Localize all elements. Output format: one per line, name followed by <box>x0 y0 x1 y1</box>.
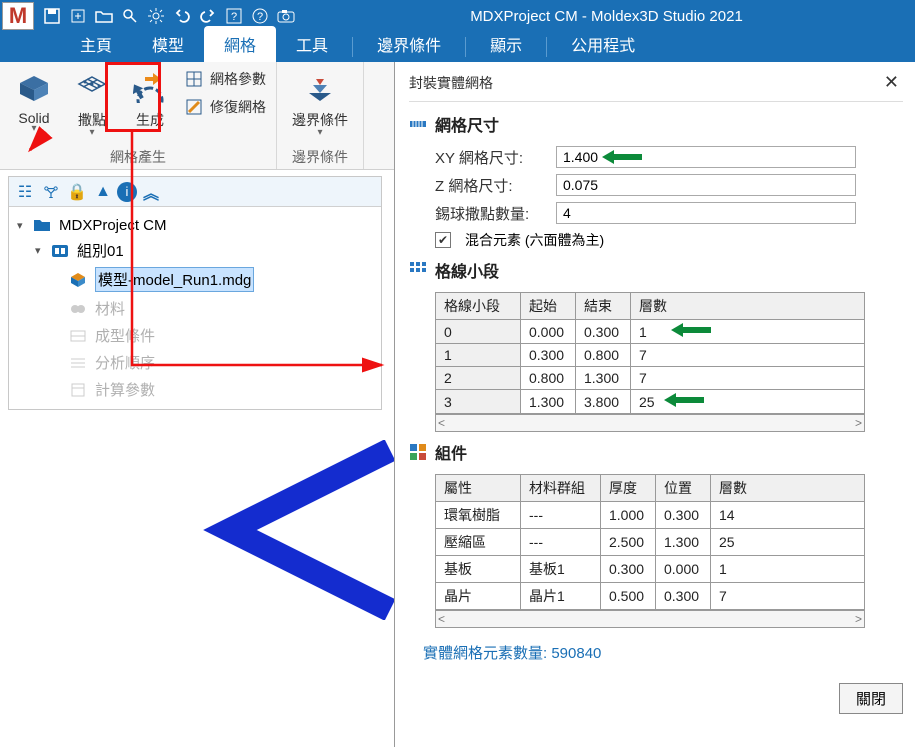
ribbon-group-generate: Solid ▾ 撒點 ▾ 生成 網格參數 修復網格 <box>0 62 277 169</box>
solid-button[interactable]: Solid ▾ <box>8 66 60 132</box>
annotation-arrow-icon <box>664 393 704 407</box>
xy-size-label: XY 網格尺寸: <box>435 147 550 168</box>
ribbon-tabs: 主頁 模型 網格 工具 邊界條件 顯示 公用程式 <box>0 32 915 62</box>
tree-node-molding[interactable]: 成型條件 <box>17 322 377 349</box>
generate-button[interactable]: 生成 <box>124 66 176 130</box>
generate-label: 生成 <box>136 110 164 130</box>
section-components: 組件 <box>409 440 903 464</box>
components-table[interactable]: 屬性 材料群組 厚度 位置 層數 環氧樹脂---1.0000.30014 壓縮區… <box>435 474 865 610</box>
quick-access-toolbar: ? ? <box>36 4 298 28</box>
seed-icon <box>74 70 110 106</box>
tree-node-group[interactable]: ▾ 組別01 <box>17 237 377 264</box>
close-icon[interactable]: ✕ <box>880 72 903 93</box>
table-row: 00.0000.3001 <box>436 320 865 344</box>
viewport-marker-icon <box>200 440 400 620</box>
tree-node-calc[interactable]: 計算參數 <box>17 376 377 403</box>
annotation-arrow-icon <box>671 323 711 337</box>
table-row: 晶片晶片10.5000.3007 <box>436 583 865 610</box>
tab-boundary[interactable]: 邊界條件 <box>357 26 461 62</box>
element-count-summary: 實體網格元素數量: 590840 <box>423 642 903 663</box>
seed-count-label: 錫球撒點數量: <box>435 203 550 224</box>
xy-size-input[interactable] <box>556 146 856 168</box>
table-row: 10.3000.8007 <box>436 344 865 367</box>
generate-icon <box>132 70 168 106</box>
tab-tools[interactable]: 工具 <box>276 26 348 62</box>
mesh-params-icon <box>184 69 204 89</box>
seed-count-input[interactable] <box>556 202 856 224</box>
save-icon[interactable] <box>40 4 64 28</box>
undo-icon[interactable] <box>170 4 194 28</box>
section-mesh-size: 網格尺寸 <box>409 112 903 136</box>
boundary-button[interactable]: 邊界條件 ▾ <box>285 66 355 136</box>
ribbon-group-label-generate: 網格產生 <box>8 145 268 169</box>
ruler-icon <box>409 115 427 133</box>
svg-text:?: ? <box>257 11 263 23</box>
project-tree-panel: ☷ 🝖 🔒 ▲ i ︽ ▾ MDXProject CM ▾ 組別01 模型-mo… <box>8 176 382 410</box>
tab-mesh[interactable]: 網格 <box>204 26 276 62</box>
table-row: 20.8001.3007 <box>436 367 865 390</box>
panel-title: 封裝實體網格 <box>409 73 493 93</box>
mesh-params-button[interactable]: 網格參數 <box>182 66 268 92</box>
table-row: 基板基板10.3000.0001 <box>436 556 865 583</box>
tab-display[interactable]: 顯示 <box>470 26 542 62</box>
repair-mesh-icon <box>184 97 204 117</box>
tab-home[interactable]: 主頁 <box>60 26 132 62</box>
mesh-settings-panel: 封裝實體網格 ✕ 網格尺寸 XY 網格尺寸: Z 網格尺寸: 錫球撒點數量: ✔… <box>394 62 915 747</box>
tree-node-project[interactable]: ▾ MDXProject CM <box>17 213 377 237</box>
material-icon <box>69 300 87 318</box>
tree-filter-icon[interactable]: 🝖 <box>39 180 63 204</box>
ribbon-group-label-boundary: 邊界條件 <box>285 145 355 169</box>
tree-view-icon[interactable]: ☷ <box>13 180 37 204</box>
z-size-input[interactable] <box>556 174 856 196</box>
table-row: 31.3003.80025 <box>436 390 865 414</box>
repair-mesh-button[interactable]: 修復網格 <box>182 94 268 120</box>
search-icon[interactable] <box>118 4 142 28</box>
help-icon[interactable]: ? <box>222 4 246 28</box>
close-button[interactable]: 關閉 <box>839 683 903 714</box>
mixed-element-checkbox[interactable]: ✔ <box>435 232 451 248</box>
z-size-label: Z 網格尺寸: <box>435 175 550 196</box>
new-icon[interactable] <box>66 4 90 28</box>
tree-node-material[interactable]: 材料 <box>17 295 377 322</box>
segments-table[interactable]: 格線小段 起始 結束 層數 00.0000.3001 10.3000.8007 … <box>435 292 865 414</box>
molding-icon <box>69 327 87 345</box>
calc-icon <box>69 381 87 399</box>
app-logo: M <box>2 2 34 30</box>
annotation-arrow-icon <box>602 150 642 164</box>
grid-icon <box>409 261 427 279</box>
tree-collapse-icon[interactable]: ︽ <box>139 180 163 204</box>
redo-icon[interactable] <box>196 4 220 28</box>
seed-button[interactable]: 撒點 ▾ <box>66 66 118 136</box>
tree-node-analysis[interactable]: 分析順序 <box>17 349 377 376</box>
analysis-icon <box>69 354 87 372</box>
project-tree: ▾ MDXProject CM ▾ 組別01 模型-model_Run1.mdg… <box>9 207 381 409</box>
tree-chart-icon[interactable]: ▲ <box>91 180 115 204</box>
components-icon <box>409 443 427 461</box>
solid-icon <box>16 70 52 106</box>
tree-toolbar: ☷ 🝖 🔒 ▲ i ︽ <box>9 177 381 207</box>
group-icon <box>51 242 69 260</box>
mixed-element-label: 混合元素 (六面體為主) <box>465 230 604 250</box>
table-row: 壓縮區---2.5001.30025 <box>436 529 865 556</box>
tab-utils[interactable]: 公用程式 <box>551 26 655 62</box>
tree-node-model[interactable]: 模型-model_Run1.mdg <box>17 264 377 295</box>
tree-lock-icon[interactable]: 🔒 <box>65 180 89 204</box>
tree-info-icon[interactable]: i <box>117 182 137 202</box>
model-icon <box>69 271 87 289</box>
window-title: MDXProject CM - Moldex3D Studio 2021 <box>298 8 915 25</box>
tab-model[interactable]: 模型 <box>132 26 204 62</box>
open-icon[interactable] <box>92 4 116 28</box>
components-scrollbar[interactable]: <> <box>435 610 865 628</box>
section-segments: 格線小段 <box>409 258 903 282</box>
boundary-icon <box>302 70 338 106</box>
svg-text:?: ? <box>231 11 237 23</box>
ribbon-group-boundary: 邊界條件 ▾ 邊界條件 <box>277 62 364 169</box>
table-row: 環氧樹脂---1.0000.30014 <box>436 502 865 529</box>
info-icon[interactable]: ? <box>248 4 272 28</box>
camera-icon[interactable] <box>274 4 298 28</box>
folder-icon <box>33 216 51 234</box>
settings-icon[interactable] <box>144 4 168 28</box>
segments-scrollbar[interactable]: <> <box>435 414 865 432</box>
